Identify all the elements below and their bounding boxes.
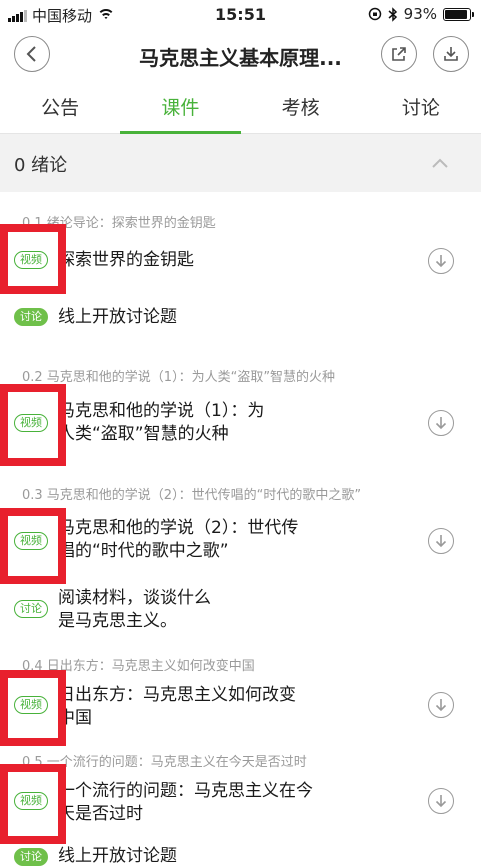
download-button[interactable] bbox=[428, 410, 454, 436]
back-button[interactable] bbox=[14, 36, 50, 72]
item-title-line: 一个流行的问题：马克思主义在今 bbox=[58, 781, 313, 801]
tab-bar: 公告 课件 考核 讨论 bbox=[0, 84, 481, 134]
discussion-badge: 讨论 bbox=[14, 308, 48, 326]
section-label: 0.2 马克思和他的学说（1）：为人类“盗取”智慧的火种 bbox=[22, 370, 336, 385]
item-title-line: 人类“盗取”智慧的火种 bbox=[58, 424, 229, 444]
item-title-line: 马克思和他的学说（1）：为 bbox=[58, 401, 265, 421]
tab-courseware[interactable]: 课件 bbox=[120, 84, 241, 134]
list-item[interactable]: 视频 马克思和他的学说（2）：世代传 唱的“时代的歌中之歌” bbox=[0, 512, 481, 568]
download-button[interactable] bbox=[428, 692, 454, 718]
item-title: 探索世界的金钥匙 bbox=[58, 249, 338, 272]
discussion-badge: 讨论 bbox=[14, 848, 48, 866]
item-title: 马克思和他的学说（2）：世代传 唱的“时代的歌中之歌” bbox=[58, 517, 338, 563]
download-button[interactable] bbox=[428, 248, 454, 274]
bluetooth-icon bbox=[388, 6, 397, 22]
item-title-line: 日出东方：马克思主义如何改变 bbox=[58, 685, 296, 705]
battery-fill bbox=[445, 9, 468, 19]
share-button[interactable] bbox=[381, 36, 417, 72]
tab-discussion[interactable]: 讨论 bbox=[361, 84, 481, 133]
chevron-up-icon[interactable] bbox=[431, 157, 449, 169]
nav-bar: 马克思主义基本原理... bbox=[0, 30, 481, 82]
item-title-line: 天是否过时 bbox=[58, 804, 143, 824]
tab-announcements[interactable]: 公告 bbox=[0, 84, 120, 133]
highlight-box bbox=[0, 670, 66, 746]
list-item[interactable]: 讨论 线上开放讨论题 bbox=[0, 844, 481, 866]
highlight-box bbox=[0, 224, 66, 294]
highlight-box bbox=[0, 764, 66, 844]
battery-icon bbox=[443, 7, 474, 21]
download-icon bbox=[444, 47, 458, 61]
discussion-badge: 讨论 bbox=[14, 600, 48, 618]
download-arrow-icon bbox=[435, 795, 447, 808]
download-button[interactable] bbox=[428, 528, 454, 554]
highlight-box bbox=[0, 508, 66, 584]
download-arrow-icon bbox=[435, 699, 447, 712]
chapter-title: 0 绪论 bbox=[14, 155, 68, 176]
item-title-line: 中国 bbox=[58, 708, 92, 728]
rotation-lock-icon bbox=[368, 7, 381, 21]
tab-assessment[interactable]: 考核 bbox=[241, 84, 361, 133]
highlight-box bbox=[0, 384, 66, 466]
list-item[interactable]: 视频 一个流行的问题：马克思主义在今 天是否过时 bbox=[0, 776, 481, 832]
item-title-line: 马克思和他的学说（2）：世代传 bbox=[58, 518, 299, 538]
item-title: 马克思和他的学说（1）：为 人类“盗取”智慧的火种 bbox=[58, 400, 338, 446]
download-arrow-icon bbox=[435, 535, 447, 548]
item-title: 线上开放讨论题 bbox=[58, 845, 338, 866]
battery-percent: 93% bbox=[403, 5, 437, 23]
item-title-line: 线上开放讨论题 bbox=[58, 846, 177, 866]
item-title-line: 唱的“时代的歌中之歌” bbox=[58, 541, 229, 561]
item-title: 一个流行的问题：马克思主义在今 天是否过时 bbox=[58, 780, 338, 826]
list-item[interactable]: 视频 马克思和他的学说（1）：为 人类“盗取”智慧的火种 bbox=[0, 396, 481, 452]
download-button[interactable] bbox=[428, 788, 454, 814]
item-title-line: 线上开放讨论题 bbox=[58, 307, 177, 327]
item-title: 线上开放讨论题 bbox=[58, 306, 338, 329]
chapter-header[interactable]: 0 绪论 bbox=[0, 134, 481, 192]
share-icon bbox=[392, 47, 406, 61]
list-item[interactable]: 讨论 阅读材料，谈谈什么 是马克思主义。 bbox=[0, 584, 481, 636]
download-arrow-icon bbox=[435, 255, 447, 268]
status-right: 93% bbox=[368, 5, 474, 23]
item-title: 阅读材料，谈谈什么 是马克思主义。 bbox=[58, 587, 338, 633]
item-title-line: 探索世界的金钥匙 bbox=[58, 250, 194, 270]
page-title: 马克思主义基本原理... bbox=[139, 46, 342, 70]
list-item[interactable]: 视频 日出东方：马克思主义如何改变 中国 bbox=[0, 680, 481, 736]
item-title-line: 阅读材料，谈谈什么 bbox=[58, 588, 211, 608]
chevron-left-icon bbox=[26, 46, 36, 62]
status-bar: 中国移动 15:51 93% bbox=[0, 0, 481, 30]
download-arrow-icon bbox=[435, 417, 447, 430]
list-item[interactable]: 讨论 线上开放讨论题 bbox=[0, 298, 481, 338]
item-title: 日出东方：马克思主义如何改变 中国 bbox=[58, 684, 338, 730]
section-label: 0.3 马克思和他的学说（2）：世代传唱的“时代的歌中之歌” bbox=[22, 488, 362, 503]
download-all-button[interactable] bbox=[433, 36, 469, 72]
list-item[interactable]: 视频 探索世界的金钥匙 bbox=[0, 238, 481, 284]
item-title-line: 是马克思主义。 bbox=[58, 611, 177, 631]
